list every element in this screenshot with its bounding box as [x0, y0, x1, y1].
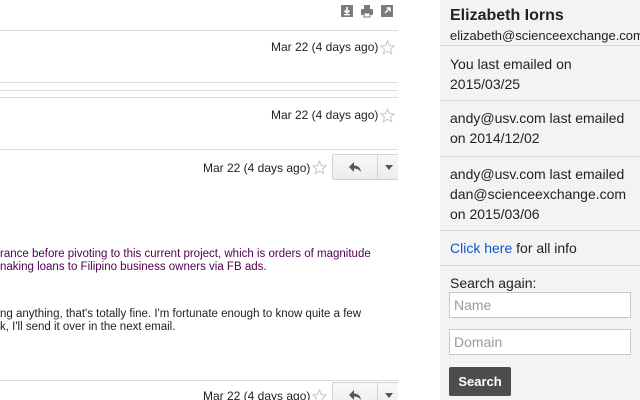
message-divider	[0, 380, 398, 381]
message-date: Mar 22 (4 days ago)	[271, 40, 379, 54]
reply-button-group	[332, 154, 398, 180]
message-divider	[0, 82, 398, 83]
star-icon[interactable]	[312, 389, 327, 400]
for-all-info-text: for all info	[512, 240, 577, 256]
sidebar-divider	[440, 230, 640, 231]
contact-sidebar: Elizabeth Iorns elizabeth@scienceexchang…	[440, 0, 640, 400]
andy-last-emailed-date: on 2014/12/02	[450, 130, 540, 146]
sidebar-divider	[440, 265, 640, 266]
star-icon[interactable]	[380, 108, 395, 123]
name-input[interactable]	[449, 292, 631, 318]
message-date: Mar 22 (4 days ago)	[271, 108, 379, 122]
message-body-line: ng anything, that's totally fine. I'm fo…	[0, 308, 362, 320]
message-body-line: naking loans to Filipino business owners…	[0, 261, 267, 273]
last-emailed-text: You last emailed on	[450, 56, 572, 72]
open-new-window-icon[interactable]	[380, 4, 394, 18]
message-divider	[0, 149, 398, 150]
star-icon[interactable]	[380, 40, 395, 55]
dan-last-emailed-info: andy@usv.com last emailed dan@scienceexc…	[450, 164, 638, 224]
click-here-link[interactable]: Click here	[450, 240, 512, 256]
more-options-button[interactable]	[378, 154, 398, 180]
star-icon[interactable]	[312, 160, 327, 175]
all-info-row: Click here for all info	[450, 238, 638, 258]
message-date: Mar 22 (4 days ago)	[203, 389, 311, 400]
contact-name: Elizabeth Iorns	[450, 7, 564, 24]
message-date: Mar 22 (4 days ago)	[203, 161, 311, 175]
thread-toolbar	[340, 4, 394, 18]
contact-email: elizabeth@scienceexchange.com	[450, 28, 640, 43]
chevron-down-icon	[384, 164, 393, 170]
chevron-down-icon	[384, 392, 393, 398]
message-divider	[0, 90, 398, 91]
sidebar-divider	[440, 45, 640, 46]
reply-icon	[349, 390, 361, 400]
print-icon[interactable]	[360, 4, 374, 18]
message-divider	[0, 97, 398, 98]
andy-last-emailed-info: andy@usv.com last emailed on 2014/12/02	[450, 108, 638, 148]
last-emailed-date: 2015/03/25	[450, 76, 521, 92]
dan-last-emailed-text: andy@usv.com last emailed	[450, 166, 625, 182]
reply-icon	[349, 162, 361, 172]
sidebar-divider	[440, 100, 640, 101]
domain-input[interactable]	[449, 329, 631, 355]
last-emailed-info: You last emailed on 2015/03/25	[450, 54, 638, 94]
message-divider	[0, 30, 398, 31]
andy-last-emailed-text: andy@usv.com last emailed	[450, 110, 625, 126]
dan-last-emailed-date: on 2015/03/06	[450, 206, 540, 222]
reply-button[interactable]	[332, 154, 378, 180]
download-icon[interactable]	[340, 4, 354, 18]
reply-button-group	[332, 382, 398, 400]
search-button[interactable]: Search	[449, 367, 511, 396]
sidebar-divider	[440, 156, 640, 157]
message-body-line: k, I'll send it over in the next email.	[0, 321, 176, 333]
more-options-button[interactable]	[378, 382, 398, 400]
message-body-line: rance before pivoting to this current pr…	[0, 248, 371, 260]
reply-button[interactable]	[332, 382, 378, 400]
search-again-label: Search again:	[450, 275, 537, 291]
dan-email: dan@scienceexchange.com	[450, 186, 627, 202]
email-thread: Mar 22 (4 days ago) Mar 22 (4 days ago) …	[0, 0, 398, 400]
